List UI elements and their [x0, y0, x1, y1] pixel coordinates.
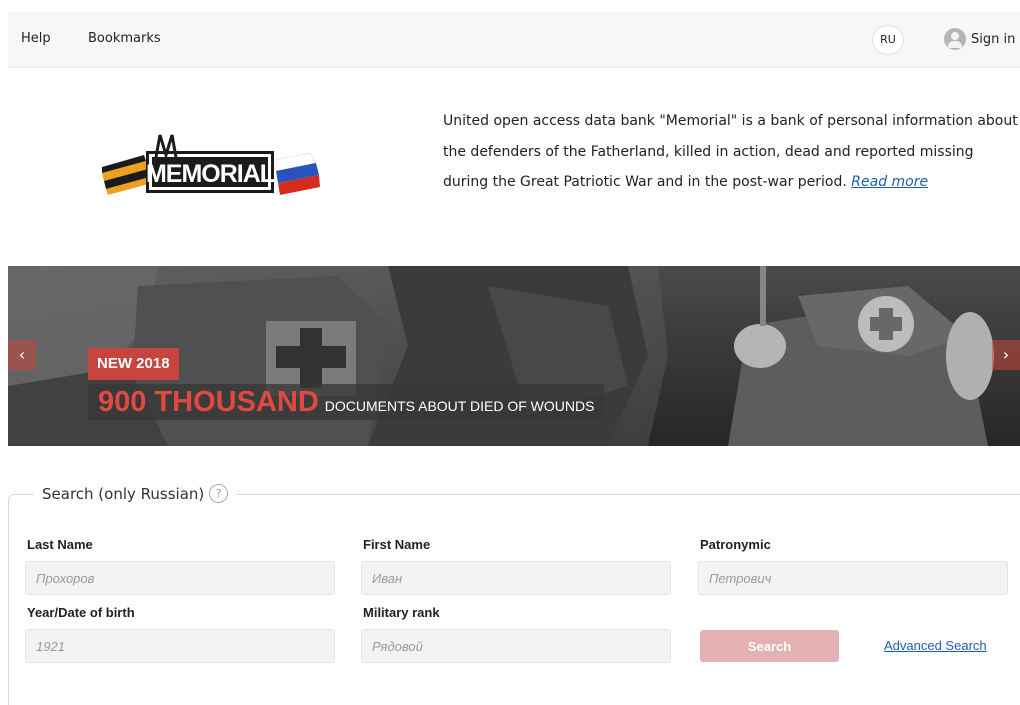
intro-text: United open access data bank "Memorial" … — [443, 106, 1018, 198]
military-rank-label: Military rank — [363, 605, 440, 620]
read-more-link[interactable]: Read more — [851, 174, 928, 190]
birth-date-input[interactable] — [25, 629, 335, 663]
hero-banner[interactable]: ‹ › NEW 2018 900 THOUSAND DOCUMENTS ABOU… — [8, 266, 1020, 446]
top-bar: Help Bookmarks RU Sign in — [8, 12, 1020, 68]
intro-description: United open access data bank "Memorial" … — [443, 113, 1018, 190]
military-rank-input[interactable] — [361, 629, 671, 663]
sign-in-label: Sign in — [971, 31, 1016, 47]
last-name-input[interactable] — [25, 561, 335, 595]
advanced-search-link[interactable]: Advanced Search — [884, 638, 987, 653]
headline-subtitle: DOCUMENTS ABOUT DIED OF WOUNDS — [324, 398, 595, 414]
patronymic-input[interactable] — [698, 561, 1008, 595]
search-button[interactable]: Search — [700, 630, 839, 662]
sign-in-button[interactable]: Sign in — [944, 27, 1015, 51]
search-panel — [8, 494, 1020, 705]
search-legend-label: Search (only Russian) — [42, 484, 205, 503]
help-circle-icon[interactable]: ? — [209, 484, 229, 503]
first-name-input[interactable] — [361, 561, 671, 595]
memorial-logo[interactable]: MEMORIAL — [100, 133, 322, 199]
last-name-label: Last Name — [27, 537, 93, 552]
ribbon-left — [102, 155, 152, 195]
birth-date-label: Year/Date of birth — [27, 605, 135, 620]
logo-text: MEMORIAL — [146, 160, 275, 188]
flag-ribbon-right — [269, 152, 320, 195]
search-legend: Search (only Russian) ? — [34, 484, 237, 503]
first-name-label: First Name — [363, 537, 431, 552]
bookmarks-link[interactable]: Bookmarks — [88, 31, 161, 46]
help-link[interactable]: Help — [21, 31, 51, 46]
headline-number: 900 THOUSAND — [98, 386, 319, 418]
new-badge: NEW 2018 — [88, 348, 179, 380]
carousel-prev-button[interactable]: ‹ — [8, 340, 36, 370]
memorial-logo-graphic: MEMORIAL — [102, 134, 320, 195]
banner-headline[interactable]: 900 THOUSAND DOCUMENTS ABOUT DIED OF WOU… — [88, 384, 605, 420]
user-icon — [944, 28, 966, 50]
language-switch-button[interactable]: RU — [872, 25, 904, 55]
carousel-next-button[interactable]: › — [992, 340, 1020, 370]
patronymic-label: Patronymic — [700, 537, 771, 552]
